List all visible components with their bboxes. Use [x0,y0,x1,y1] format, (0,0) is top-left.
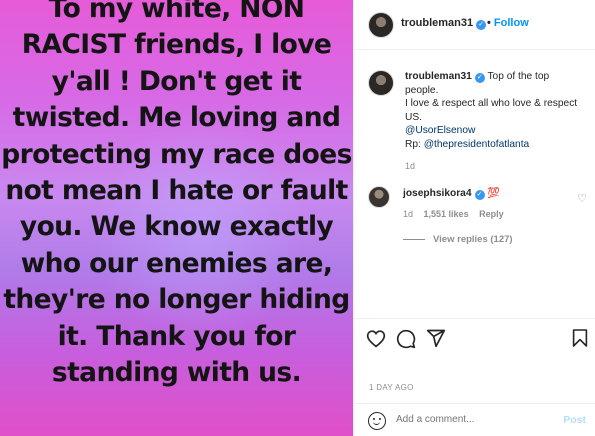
post-side-panel: troubleman31 ✓ • Follow troubleman31 ✓ Top… [353,0,595,436]
post-header: troubleman31 ✓ • Follow [354,0,595,50]
comment-time: 1d [403,209,414,219]
verified-icon: ✓ [474,190,485,200]
comment-like-heart-icon[interactable]: ♡ [577,192,587,205]
emoji-icon[interactable] [368,412,386,430]
verified-icon: ✓ [474,73,485,83]
comment-likes[interactable]: 1,551 likes [424,209,469,219]
caption-time[interactable]: 1d [405,161,415,171]
header-username[interactable]: troubleman31 [401,17,473,29]
verified-icon: ✓ [476,20,487,30]
view-replies-label[interactable]: View replies (127) [433,234,513,245]
comment-body: josephsikora4 ✓ 💯 [403,188,500,200]
bookmark-icon[interactable] [572,328,588,348]
follow-button[interactable]: Follow [494,17,529,29]
caption-mention-2[interactable]: @thepresidentofatlanta [424,139,530,150]
view-replies[interactable]: View replies (127) [403,234,513,245]
caption: troubleman31 ✓ Top of the top people. I l… [405,70,585,173]
caption-rp-prefix: Rp: [405,138,424,150]
share-icon[interactable] [426,328,446,348]
post-image[interactable]: To my white, NON RACIST friends, I love … [0,0,353,436]
caption-username[interactable]: troubleman31 [405,71,472,82]
post-date[interactable]: 1 DAY AGO [369,383,414,392]
reply-button[interactable]: Reply [479,209,504,219]
comment-avatar[interactable] [368,186,390,208]
post-button[interactable]: Post [563,414,586,426]
comment-icon[interactable] [396,329,416,349]
image-text: To my white, NON RACIST friends, I love … [1,0,352,389]
caption-line-2: I love & respect all who love & respect … [405,98,578,123]
follow-row: • Follow [487,17,529,29]
header-username-row: troubleman31 ✓ [401,17,487,30]
caption-mention-1[interactable]: @UsorElsenow [405,125,475,136]
header-separator: • [487,17,491,29]
heart-icon[interactable] [366,329,386,348]
comment-meta: 1d 1,551 likes Reply [403,209,504,219]
avatar[interactable] [368,12,394,38]
caption-avatar[interactable] [368,70,394,96]
replies-divider [403,238,425,240]
comment-emoji: 💯 [487,188,501,199]
comment-input[interactable] [396,414,546,425]
comment-bar: Post [354,403,595,436]
action-bar [354,318,595,366]
comment-username[interactable]: josephsikora4 [403,188,472,199]
